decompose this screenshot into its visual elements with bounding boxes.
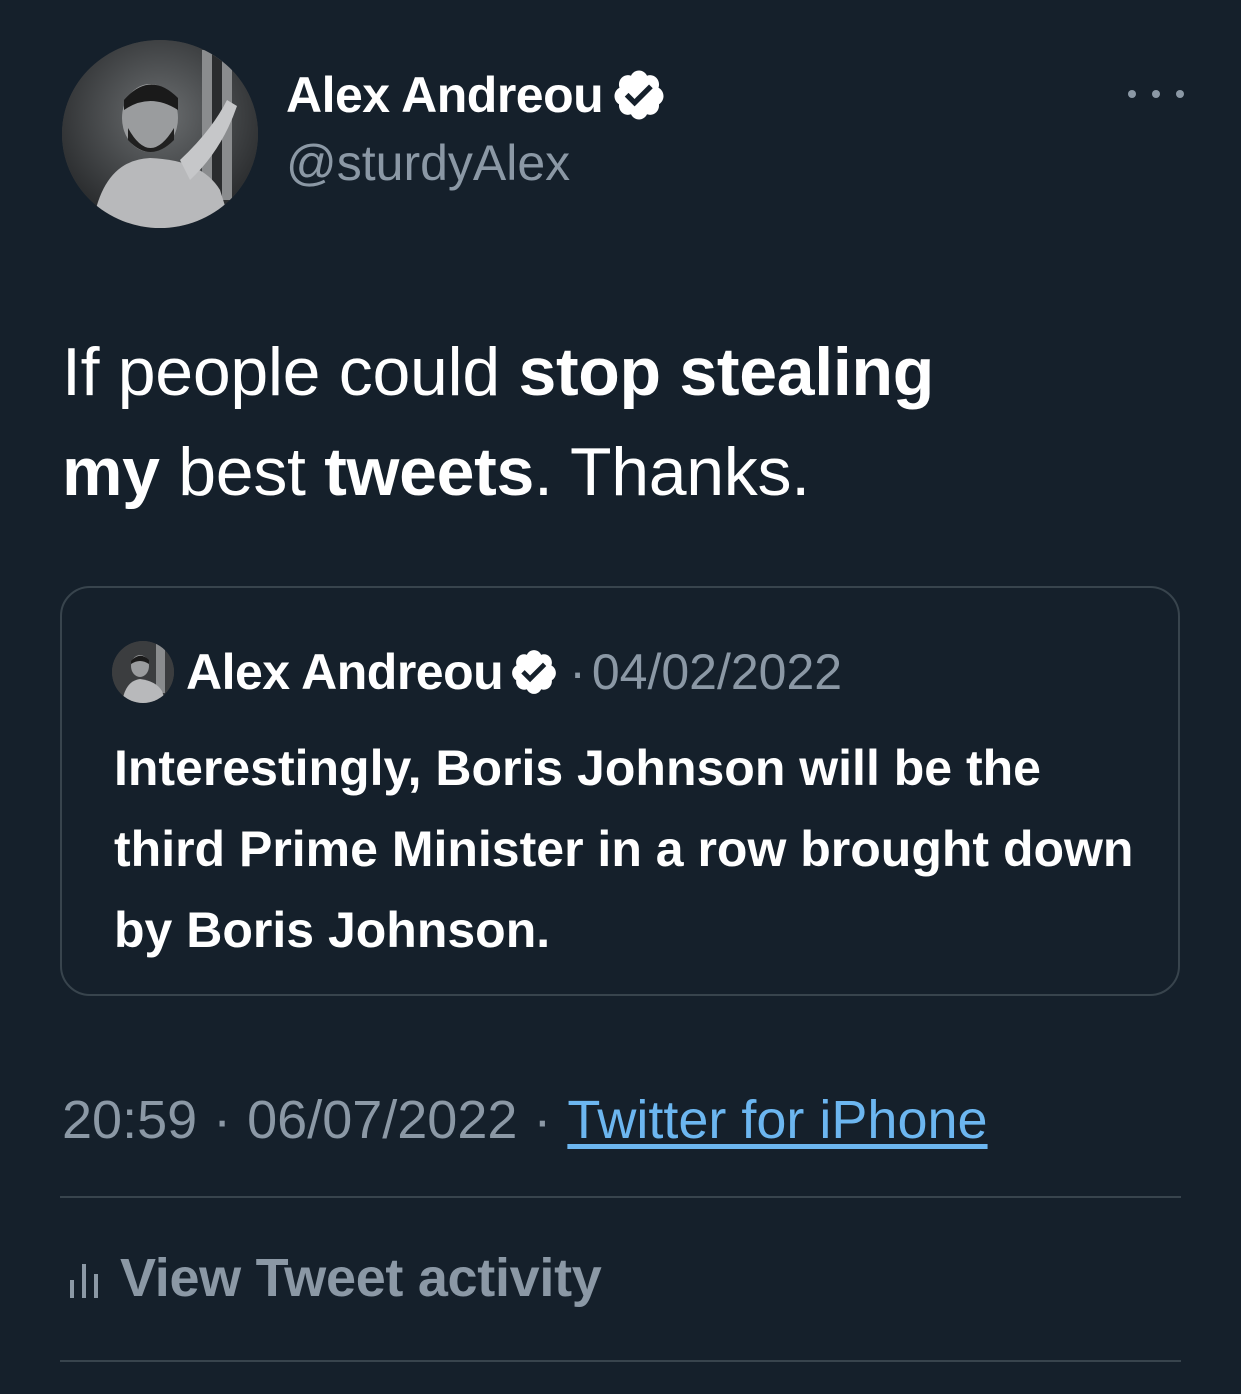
tweet-detail: Alex Andreou @sturdyAlex If people could… [0,0,1241,1394]
author-name-row[interactable]: Alex Andreou [286,62,667,128]
tweet-source-link[interactable]: Twitter for iPhone [567,1089,987,1151]
meta-separator: · [213,1090,232,1150]
verified-badge-icon [512,650,557,694]
tweet-text-part-bold: tweets [324,434,535,510]
divider [60,1196,1181,1198]
tweet-text-part: best [159,434,325,510]
tweet-date[interactable]: 06/07/2022 [247,1089,517,1151]
meta-separator: · [533,1090,552,1150]
quoted-tweet-date[interactable]: 04/02/2022 [592,643,842,701]
quoted-author-name[interactable]: Alex Andreou [186,643,504,701]
view-tweet-activity-button[interactable]: View Tweet activity [66,1240,602,1316]
tweet-text-part: If people could [62,334,519,410]
avatar[interactable] [62,40,258,228]
view-tweet-activity-label: View Tweet activity [120,1248,602,1308]
author-display-name[interactable]: Alex Andreou [286,66,604,124]
tweet-text-part: . Thanks. [534,434,810,510]
author-handle[interactable]: @sturdyAlex [286,134,570,192]
tweet-meta: 20:59 · 06/07/2022 · Twitter for iPhone [62,1082,988,1158]
tweet-text-part-bold: my [62,434,160,510]
verified-badge-icon [614,70,664,120]
divider [60,1360,1181,1362]
quoted-separator: · [569,644,586,700]
tweet-text: If people could stop stealing my best tw… [62,322,1182,522]
quoted-tweet-text: Interestingly, Boris Johnson will be the… [114,740,1134,958]
bar-chart-icon [70,1264,98,1298]
user-photo-avatar-icon [62,40,258,228]
quoted-tweet-header: Alex Andreou · 04/02/2022 [112,640,842,704]
quoted-tweet-card[interactable]: Alex Andreou · 04/02/2022 Interestingly,… [60,586,1180,996]
quoted-avatar[interactable] [112,641,174,703]
tweet-time[interactable]: 20:59 [62,1089,197,1151]
tweet-text-part-bold: stop stealing [518,334,934,410]
more-options-icon[interactable] [1128,74,1184,114]
user-photo-avatar-icon [112,641,174,703]
